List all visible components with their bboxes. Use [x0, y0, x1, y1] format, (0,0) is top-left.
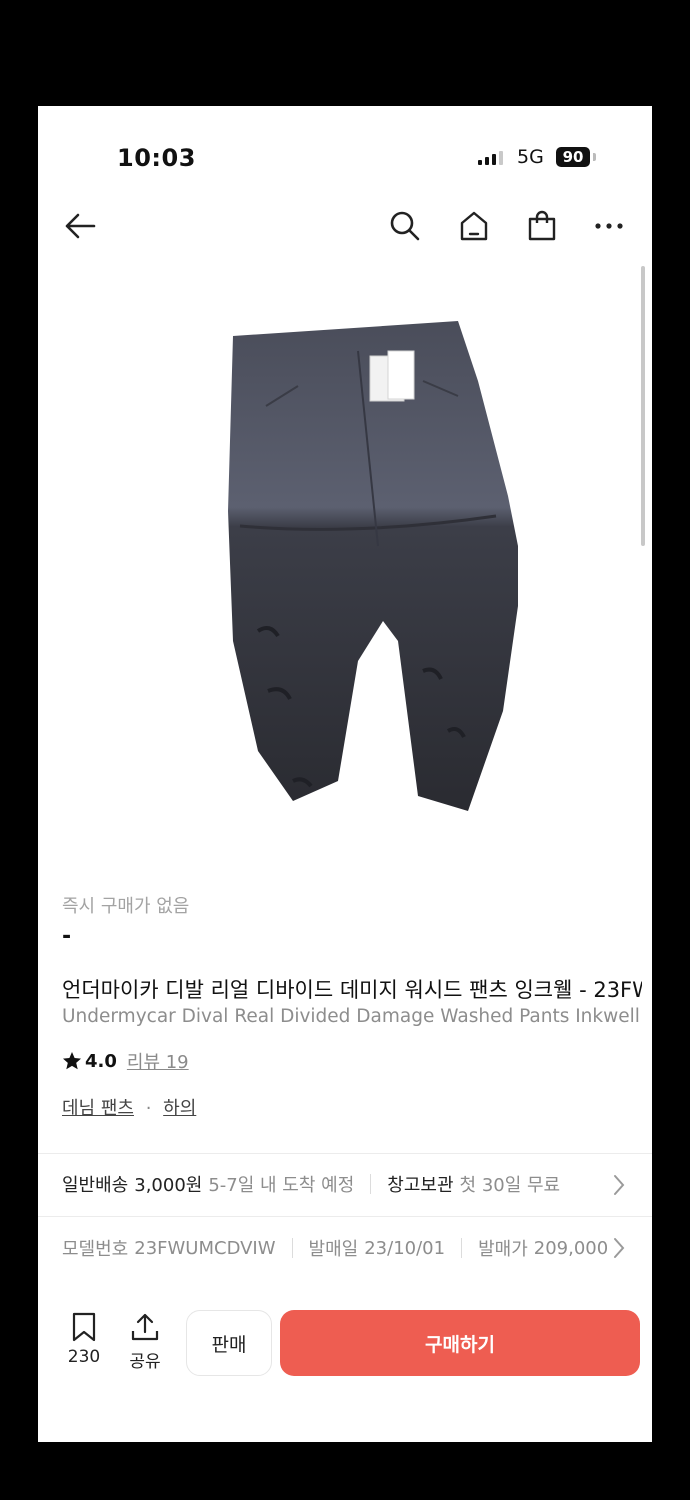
release-label: 발매일: [308, 1239, 359, 1260]
category-breadcrumb: 데님 팬츠 · 하의: [62, 1094, 196, 1120]
top-nav: [38, 206, 652, 250]
star-icon: [63, 1052, 81, 1070]
network-type: 5G: [517, 146, 544, 168]
chevron-right-icon[interactable]: [612, 1237, 626, 1259]
app-screen: 10:03 5G 90 즉시 구매가 없음 - 언더마이카 디발 리얼 디바이드…: [38, 106, 652, 1442]
retail-label: 발매가: [478, 1239, 528, 1260]
share-icon: [131, 1313, 159, 1341]
shipping-eta: 5-7일 내 도착 예정: [208, 1175, 355, 1196]
signal-icon: [478, 150, 503, 165]
shipping-label: 일반배송: [62, 1175, 129, 1196]
product-title-korean: 언더마이카 디발 리얼 디바이드 데미지 워시드 팬츠 잉크웰 - 23FW: [62, 978, 642, 1002]
storage-detail: 첫 30일 무료: [459, 1175, 561, 1196]
sell-button[interactable]: 판매: [186, 1310, 272, 1376]
search-button[interactable]: [385, 206, 425, 246]
instant-price: -: [62, 924, 72, 949]
shipping-fee: 3,000원: [134, 1175, 203, 1196]
status-time: 10:03: [117, 144, 196, 172]
product-image[interactable]: [178, 311, 518, 831]
rating-row: 4.0 리뷰 19: [62, 1048, 189, 1074]
divider: [38, 1153, 652, 1154]
storage-label: 창고보관: [387, 1175, 454, 1196]
category-denim-pants[interactable]: 데님 팬츠: [62, 1098, 134, 1119]
battery-icon: 90: [556, 147, 590, 167]
category-bottoms[interactable]: 하의: [163, 1098, 196, 1119]
row-separator: [291, 1238, 293, 1258]
model-value: 23FWUMCDVIW: [134, 1237, 276, 1259]
status-bar: 10:03 5G 90: [38, 106, 652, 206]
home-icon: [460, 211, 488, 241]
review-link[interactable]: 리뷰 19: [127, 1048, 189, 1074]
row-separator: [461, 1238, 463, 1258]
bottom-action-bar: 230 공유 판매 구매하기: [38, 1296, 652, 1442]
retail-value: 209,000: [533, 1237, 609, 1259]
divider: [38, 1216, 652, 1217]
specs-row[interactable]: 모델번호 23FWUMCDVIW 발매일 23/10/01 발매가 209,00…: [62, 1234, 610, 1262]
bookmark-count: 230: [67, 1347, 101, 1367]
model-label: 모델번호: [62, 1239, 129, 1260]
arrow-left-icon: [65, 213, 96, 239]
more-icon: [595, 223, 623, 229]
row-separator: [370, 1174, 372, 1194]
rating-score: 4.0: [85, 1050, 117, 1072]
share-label: 공유: [129, 1352, 161, 1372]
bookmark-icon: [72, 1312, 96, 1342]
home-button[interactable]: [454, 206, 494, 246]
bookmark-button[interactable]: 230: [58, 1312, 110, 1367]
shopping-bag-button[interactable]: [522, 206, 562, 246]
chevron-right-icon[interactable]: [612, 1174, 626, 1196]
more-button[interactable]: [589, 206, 629, 246]
share-button[interactable]: 공유: [119, 1312, 171, 1372]
instant-purchase-label: 즉시 구매가 없음: [62, 896, 190, 917]
battery-tip: [593, 153, 596, 161]
product-title-english: Undermycar Dival Real Divided Damage Was…: [62, 1006, 642, 1027]
search-icon: [390, 211, 420, 241]
back-button[interactable]: [60, 206, 100, 246]
scrollbar[interactable]: [641, 266, 645, 546]
shipping-row[interactable]: 일반배송 3,000원 5-7일 내 도착 예정 창고보관 첫 30일 무료: [62, 1170, 652, 1198]
release-value: 23/10/01: [364, 1237, 446, 1259]
buy-button[interactable]: 구매하기: [280, 1310, 640, 1376]
category-separator: ·: [145, 1098, 152, 1119]
shopping-bag-icon: [528, 210, 556, 241]
